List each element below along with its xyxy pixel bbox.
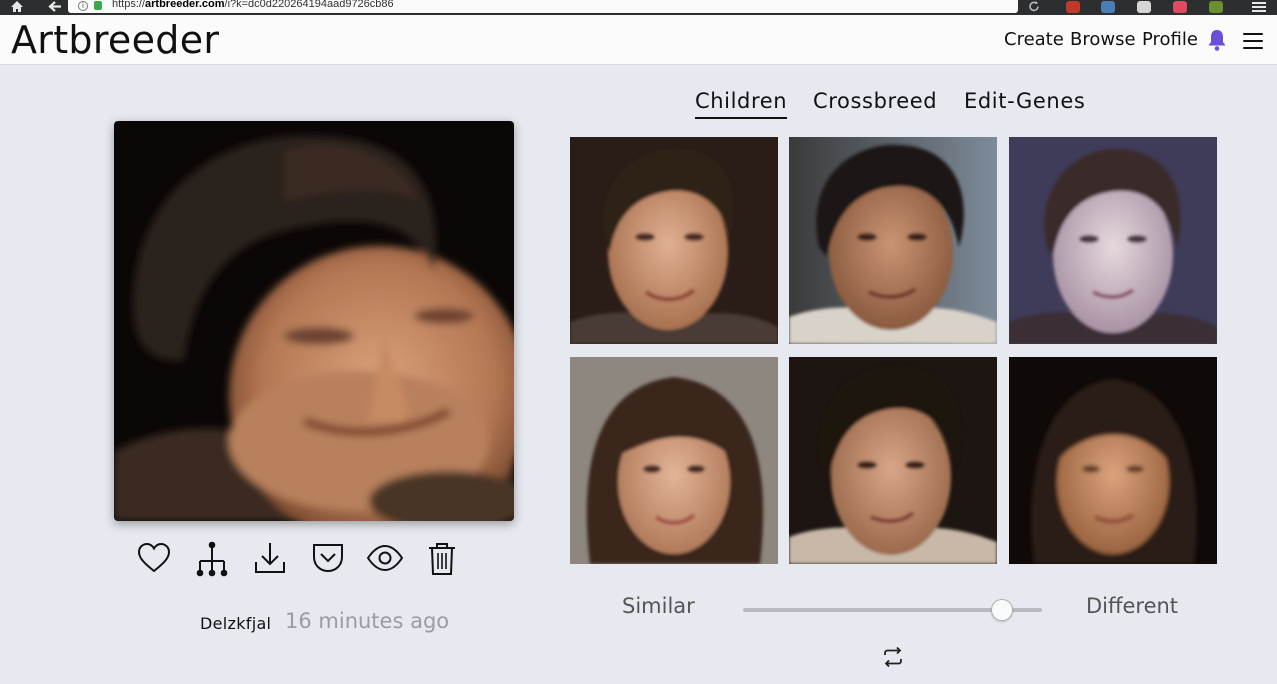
child-image[interactable] (1009, 137, 1217, 344)
trash-icon[interactable] (426, 540, 458, 583)
main-portrait-image[interactable] (114, 121, 514, 521)
extension-icon[interactable] (1101, 1, 1115, 13)
extension-icon[interactable] (1137, 1, 1151, 13)
author-name[interactable]: Delzkfjal (200, 614, 271, 633)
refresh-icon[interactable] (881, 645, 905, 674)
tab-crossbreed[interactable]: Crossbreed (813, 89, 937, 113)
tab-edit-genes[interactable]: Edit-Genes (964, 89, 1085, 113)
address-bar[interactable]: i https://artbreeder.com/i?k=dc0d2202641… (68, 0, 1018, 13)
reload-icon[interactable] (1028, 0, 1040, 15)
slider-label-similar: Similar (622, 594, 695, 618)
browser-toolbar: i https://artbreeder.com/i?k=dc0d2202641… (0, 0, 1277, 15)
child-image[interactable] (789, 357, 997, 564)
tab-children[interactable]: Children (695, 89, 788, 119)
url-text: https://artbreeder.com/i?k=dc0d220264194… (112, 0, 394, 10)
eye-icon[interactable] (366, 540, 404, 581)
nav-browse[interactable]: Browse (1070, 29, 1136, 50)
pocket-save-icon[interactable] (310, 540, 346, 581)
info-icon[interactable]: i (78, 1, 88, 11)
extension-icon[interactable] (1209, 1, 1223, 13)
slider-label-different: Different (1086, 594, 1179, 618)
bell-icon[interactable] (1207, 28, 1227, 57)
child-image[interactable] (789, 137, 997, 344)
child-image[interactable] (1009, 357, 1217, 564)
back-arrow-icon[interactable] (48, 0, 62, 15)
hamburger-menu-icon[interactable] (1243, 33, 1263, 54)
browser-menu-icon[interactable] (1252, 1, 1266, 16)
family-tree-icon[interactable] (194, 540, 230, 583)
similarity-slider-thumb[interactable] (991, 599, 1013, 621)
timestamp: 16 minutes ago (285, 609, 450, 633)
app-header: Artbreeder Create Browse Profile (0, 15, 1277, 65)
home-icon[interactable] (10, 0, 24, 15)
extension-icon[interactable] (1173, 1, 1187, 13)
nav-create[interactable]: Create (1004, 29, 1064, 50)
child-image[interactable] (570, 137, 778, 344)
nav-profile[interactable]: Profile (1142, 29, 1198, 50)
heart-icon[interactable] (136, 540, 172, 581)
logo[interactable]: Artbreeder (11, 18, 219, 62)
download-icon[interactable] (252, 540, 288, 581)
image-action-bar (136, 540, 456, 580)
child-image[interactable] (570, 357, 778, 564)
extension-icon[interactable] (1066, 1, 1080, 13)
lock-icon (94, 1, 102, 10)
